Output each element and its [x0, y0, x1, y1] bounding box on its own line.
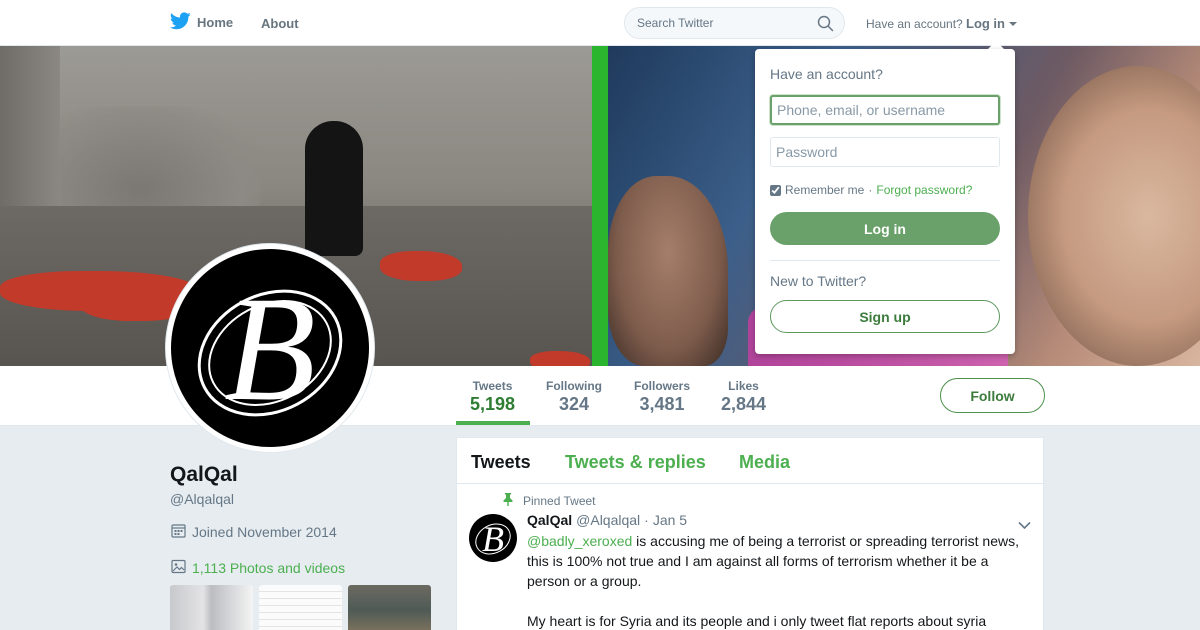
- tweet-mention-link[interactable]: @badly_xeroxed: [527, 533, 632, 549]
- profile-avatar[interactable]: B: [165, 243, 375, 453]
- avatar-letter: B: [224, 266, 316, 432]
- remember-me-label[interactable]: Remember me: [785, 183, 864, 197]
- active-stat-underline: [456, 421, 530, 425]
- pinned-tweet-label: Pinned Tweet: [503, 493, 596, 509]
- avatar-image: B: [171, 249, 369, 447]
- dropdown-divider: [770, 260, 1000, 261]
- stat-likes[interactable]: Likes 2,844: [721, 379, 766, 415]
- stat-label: Following: [546, 379, 602, 393]
- pinned-label-text: Pinned Tweet: [523, 494, 596, 508]
- stat-value: 324: [558, 394, 590, 414]
- search-box[interactable]: [624, 7, 845, 39]
- photos-videos-label: 1,113 Photos and videos: [192, 560, 346, 576]
- banner-divider-stripe: [592, 46, 608, 366]
- login-dropdown: Have an account? Remember me · Forgot pa…: [755, 49, 1015, 354]
- follow-button[interactable]: Follow: [940, 378, 1045, 413]
- stat-followers[interactable]: Followers 3,481: [633, 379, 691, 415]
- login-dropdown-toggle[interactable]: Log in: [966, 16, 1017, 31]
- nav-home-link[interactable]: Home: [169, 12, 234, 33]
- tab-tweets[interactable]: Tweets: [471, 452, 531, 473]
- login-button[interactable]: Log in: [770, 212, 1000, 245]
- stat-following[interactable]: Following 324: [545, 379, 603, 415]
- remember-me-checkbox[interactable]: [770, 184, 781, 196]
- tweet-date[interactable]: Jan 5: [653, 512, 687, 528]
- stat-label: Likes: [728, 379, 759, 393]
- timeline: Tweets Tweets & replies Media Pinned Twe…: [456, 437, 1044, 630]
- search-icon[interactable]: [817, 15, 834, 37]
- tweet-dot: ·: [644, 512, 649, 528]
- remember-me-row: Remember me · Forgot password?: [770, 183, 972, 197]
- login-dropdown-title: Have an account?: [770, 66, 883, 82]
- stat-label: Followers: [633, 379, 690, 393]
- account-question: Have an account?: [866, 17, 963, 31]
- forgot-password-link[interactable]: Forgot password?: [876, 183, 972, 197]
- profile-joined-text: Joined November 2014: [192, 524, 337, 540]
- tweet-header: QalQal @Alqalqal · Jan 5: [527, 512, 687, 528]
- new-to-twitter-text: New to Twitter?: [770, 273, 867, 289]
- top-nav: Home About Have an account? Log in: [0, 0, 1200, 46]
- tweet-avatar-letter: B: [482, 519, 504, 559]
- remember-separator: ·: [868, 183, 873, 197]
- tweet-text: @badly_xeroxed is accusing me of being a…: [527, 531, 1027, 630]
- banner-figure: [305, 121, 363, 256]
- pin-icon: [503, 493, 513, 509]
- chevron-down-icon: [1009, 21, 1017, 26]
- search-input[interactable]: [637, 16, 807, 30]
- profile-joined: Joined November 2014: [171, 523, 337, 541]
- media-thumbnails: [170, 585, 431, 630]
- banner-hand: [608, 176, 728, 366]
- stat-value: 5,198: [470, 394, 516, 414]
- stat-value: 3,481: [639, 394, 685, 414]
- nav-home-label: Home: [197, 15, 234, 30]
- tab-media[interactable]: Media: [739, 452, 790, 473]
- stat-label: Tweets: [472, 379, 513, 393]
- twitter-bird-icon: [169, 12, 191, 33]
- tweet-text-para2: My heart is for Syria and its people and…: [527, 613, 987, 629]
- username-field[interactable]: [770, 95, 1000, 125]
- tab-tweets-replies[interactable]: Tweets & replies: [565, 452, 706, 473]
- banner-red-object: [530, 351, 590, 366]
- password-field[interactable]: [770, 137, 1000, 167]
- profile-name[interactable]: QalQal: [170, 463, 238, 487]
- stat-tweets[interactable]: Tweets 5,198: [470, 379, 515, 415]
- nav-about-link[interactable]: About: [261, 16, 299, 31]
- stat-value: 2,844: [721, 394, 767, 414]
- banner-face: [1028, 66, 1200, 366]
- signup-button[interactable]: Sign up: [770, 300, 1000, 333]
- tweet-author-name[interactable]: QalQal: [527, 512, 572, 528]
- tweet-author-handle[interactable]: @Alqalqal: [576, 512, 640, 528]
- tweet-avatar[interactable]: B: [469, 514, 517, 562]
- pinned-tweet[interactable]: Pinned Tweet B QalQal @Alqalqal · Jan 5 …: [457, 485, 1043, 630]
- calendar-icon: [171, 523, 186, 541]
- photos-videos-link[interactable]: 1,113 Photos and videos: [171, 559, 345, 577]
- login-link-label: Log in: [966, 16, 1005, 31]
- media-thumbnail[interactable]: [170, 585, 253, 630]
- profile-handle: @Alqalqal: [170, 491, 235, 507]
- media-thumbnail[interactable]: [259, 585, 342, 630]
- timeline-tabs: Tweets Tweets & replies Media: [457, 438, 1043, 484]
- photo-icon: [171, 559, 186, 577]
- media-thumbnail[interactable]: [348, 585, 431, 630]
- banner-red-object: [380, 251, 462, 281]
